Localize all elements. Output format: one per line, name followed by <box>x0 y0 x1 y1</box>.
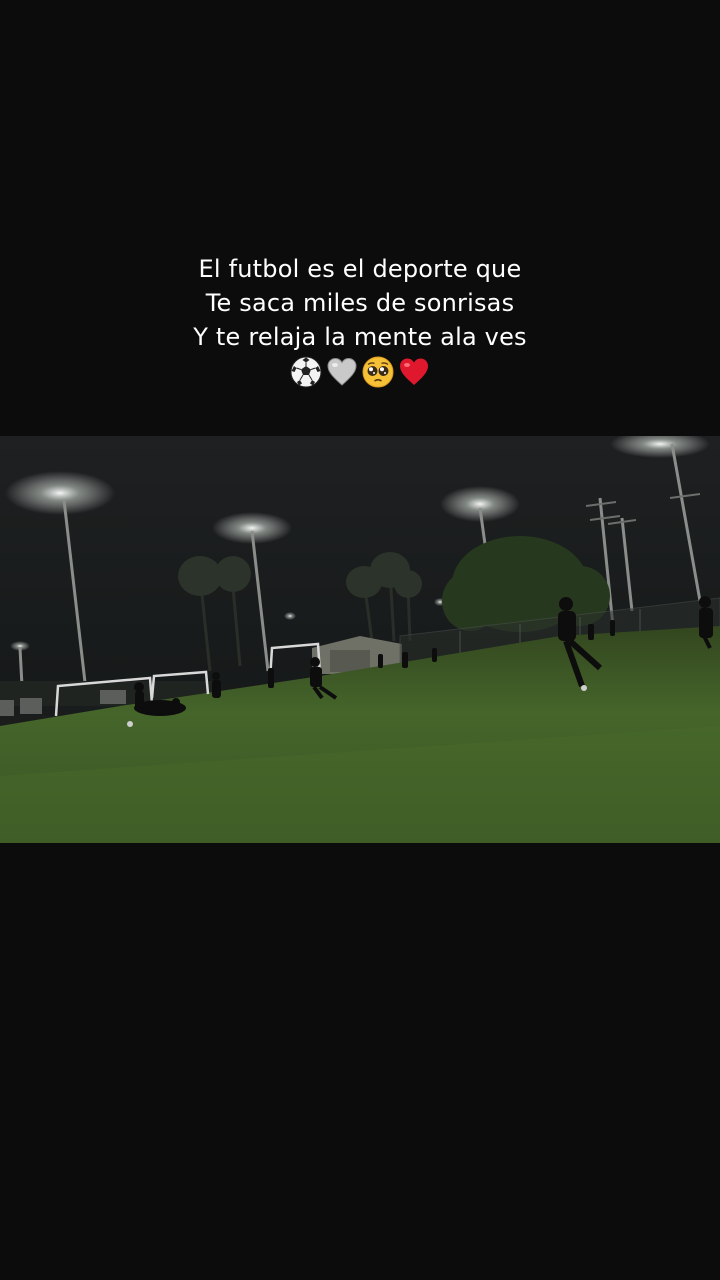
emoji-row <box>0 356 720 388</box>
soccer-ball-icon <box>290 356 322 388</box>
caption-overlay: El futbol es el deporte que Te saca mile… <box>0 252 720 388</box>
caption-line-1: El futbol es el deporte que <box>198 255 522 283</box>
caption-line-3: Y te relaja la mente ala ves <box>193 323 527 351</box>
caption-line-2: Te saca miles de sonrisas <box>205 289 515 317</box>
pleading-face-icon <box>362 356 394 388</box>
red-heart-icon <box>400 358 428 385</box>
white-heart-icon <box>327 357 357 386</box>
ball <box>127 721 133 727</box>
soccer-field-scene <box>0 436 720 843</box>
night-soccer-video-frame <box>0 436 720 843</box>
